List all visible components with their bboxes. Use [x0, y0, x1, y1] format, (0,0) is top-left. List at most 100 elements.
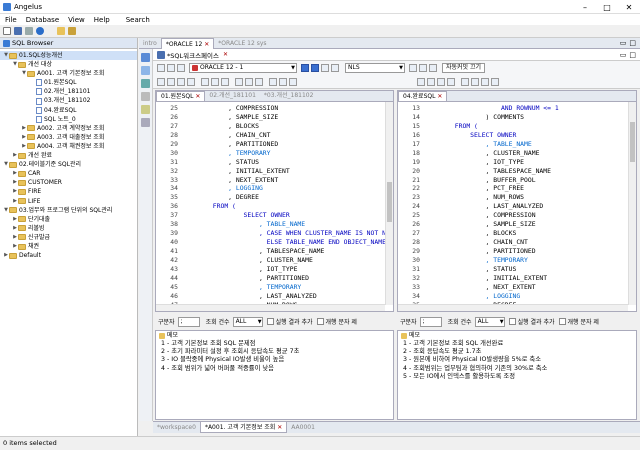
tab-intro[interactable]: intro: [139, 38, 161, 49]
maximize-button[interactable]: □: [596, 3, 618, 12]
tree-item[interactable]: ▼ 개선 대상: [0, 60, 137, 69]
tree-item[interactable]: ▶ 단기대출: [0, 215, 137, 224]
sql-browser-tab[interactable]: SQL Browser: [0, 38, 137, 49]
forward-icon[interactable]: [211, 77, 219, 86]
tab-improve-181101[interactable]: 02.개선_181101: [205, 91, 260, 101]
newline-checkbox[interactable]: [316, 318, 324, 325]
tree-item[interactable]: 04.완료SQL: [0, 106, 137, 115]
append-result-checkbox[interactable]: [266, 318, 274, 325]
tree-item[interactable]: ▶ FIRE: [0, 187, 137, 196]
save-sql-icon[interactable]: [177, 64, 185, 72]
commit-icon[interactable]: [419, 64, 427, 72]
menu-file[interactable]: File: [5, 16, 17, 24]
tree-item[interactable]: ▶ CAR: [0, 169, 137, 178]
new-tab-icon[interactable]: [157, 77, 165, 86]
right-sql-editor[interactable]: 13 AND ROWNUM <= 1 14 ) COMMENTS 15 FROM (…: [398, 102, 636, 310]
close-icon[interactable]: ✕: [204, 41, 209, 48]
tab-improve-181102[interactable]: *03.개선_181102: [260, 91, 318, 101]
connect-icon[interactable]: [68, 27, 76, 35]
save-icon[interactable]: [14, 27, 22, 35]
left-sql-editor[interactable]: 25 , COMPRESSION 26 , SAMPLE_SIZE 27 , BLO…: [156, 102, 393, 310]
close-icon[interactable]: ✕: [195, 93, 200, 100]
format-icon[interactable]: [221, 77, 229, 86]
tree-item[interactable]: 02.개선_181101: [0, 87, 137, 96]
split-icon[interactable]: [417, 77, 425, 86]
step-icon[interactable]: [321, 64, 329, 72]
compare-icon[interactable]: [269, 77, 277, 86]
paste-icon[interactable]: [187, 77, 195, 86]
tree-item[interactable]: ▶ CUSTOMER: [0, 178, 137, 187]
maximize-view-icon[interactable]: □: [629, 51, 636, 59]
new-file-icon[interactable]: [3, 27, 11, 35]
stop-icon[interactable]: [331, 64, 339, 72]
history-icon[interactable]: [245, 77, 253, 86]
open-folder-icon[interactable]: [57, 27, 65, 35]
tree-item[interactable]: ▶ 채권: [0, 242, 137, 251]
rollback-icon[interactable]: [429, 64, 437, 72]
lock-icon[interactable]: [409, 64, 417, 72]
tree-item[interactable]: 01.원본SQL: [0, 78, 137, 87]
log-icon[interactable]: [141, 118, 150, 127]
open-sql-icon[interactable]: [167, 64, 175, 72]
menu-help[interactable]: Help: [94, 16, 110, 24]
tab-a001[interactable]: *A001. 고객 기본정보 조회 ✕: [199, 422, 288, 433]
append-result-checkbox[interactable]: [508, 318, 516, 325]
run-icon[interactable]: [301, 64, 309, 72]
left-editor-scrollbar[interactable]: [385, 102, 393, 305]
explain-icon[interactable]: [235, 77, 243, 86]
tree-item[interactable]: ▶ 개선 완료: [0, 151, 137, 160]
tree-item[interactable]: ▼ 01.SQL성능개선: [0, 51, 137, 61]
tree-item[interactable]: ▶ A003. 고객 대출정보 조회: [0, 133, 137, 142]
diff-icon[interactable]: [447, 77, 455, 86]
minimize-view-icon[interactable]: ▭: [620, 51, 627, 59]
tree-item[interactable]: ▼ A001. 고객 기본정보 조회: [0, 69, 137, 78]
close-icon[interactable]: ✕: [223, 51, 228, 58]
tab-oracle-12[interactable]: *ORACLE 12 ✕: [160, 37, 215, 49]
info-icon[interactable]: [481, 77, 489, 86]
close-button[interactable]: ✕: [618, 3, 640, 12]
tree-item[interactable]: ▶ A004. 고객 채권정보 조회: [0, 142, 137, 151]
tree-item[interactable]: ▶ 신규발급: [0, 233, 137, 242]
autocommit-button[interactable]: 자동커밋 끄기: [442, 63, 486, 73]
right-editor-hscrollbar[interactable]: [398, 304, 628, 311]
link-icon[interactable]: [427, 77, 435, 86]
tree-item[interactable]: 03.개선_181102: [0, 96, 137, 105]
layout-icon[interactable]: [471, 77, 479, 86]
row-count-select[interactable]: ALL ▼: [474, 316, 505, 327]
table-icon[interactable]: [141, 66, 150, 75]
find-icon[interactable]: [255, 77, 263, 86]
nls-select[interactable]: NLS ▼: [345, 63, 405, 73]
print-icon[interactable]: [25, 27, 33, 35]
left-memo-text[interactable]: 1 - 고객 기본정보 조회 SQL 문제점 2 - 초기 파라미터 설정 후 조…: [156, 340, 393, 373]
menu-view[interactable]: View: [68, 16, 85, 24]
copy-icon[interactable]: [177, 77, 185, 86]
tree-item[interactable]: SQL 노트_0: [0, 115, 137, 124]
grid-icon[interactable]: [141, 79, 150, 88]
newline-checkbox[interactable]: [558, 318, 566, 325]
sql-icon[interactable]: [141, 53, 150, 62]
minimize-button[interactable]: –: [574, 3, 596, 12]
tab-oracle-12-sys[interactable]: *ORACLE 12 sys: [214, 38, 270, 49]
tab-workspace0[interactable]: *workspace0: [153, 422, 200, 433]
chart-icon[interactable]: [141, 92, 150, 101]
tab-final-sql[interactable]: 04.완료SQL ✕: [398, 91, 448, 101]
delimiter-select[interactable]: ;: [419, 316, 442, 327]
zoom-icon[interactable]: [437, 77, 445, 86]
plan-icon[interactable]: [141, 105, 150, 114]
menu-database[interactable]: Database: [26, 16, 59, 24]
tree-item[interactable]: ▶ 리볼빙: [0, 224, 137, 233]
scroll-thumb[interactable]: [387, 182, 392, 222]
back-icon[interactable]: [201, 77, 209, 86]
right-memo-text[interactable]: 1 - 고객 기본정보 조회 SQL 개선완료 2 - 조회 응답속도 평균 1.…: [398, 340, 636, 381]
settings-icon[interactable]: [461, 77, 469, 86]
help-icon[interactable]: [36, 27, 44, 35]
left-editor-hscrollbar[interactable]: [156, 304, 385, 311]
tab-aa0001[interactable]: AA0001: [287, 422, 319, 433]
row-count-select[interactable]: ALL ▼: [232, 316, 263, 327]
save-tab-icon[interactable]: [167, 77, 175, 86]
tree-item[interactable]: ▶ Default: [0, 251, 137, 260]
delimiter-select[interactable]: ;: [177, 316, 200, 327]
tree-item[interactable]: ▶ A002. 고객 계약정보 조회: [0, 124, 137, 133]
scroll-thumb[interactable]: [630, 122, 635, 162]
export-icon[interactable]: [279, 77, 287, 86]
